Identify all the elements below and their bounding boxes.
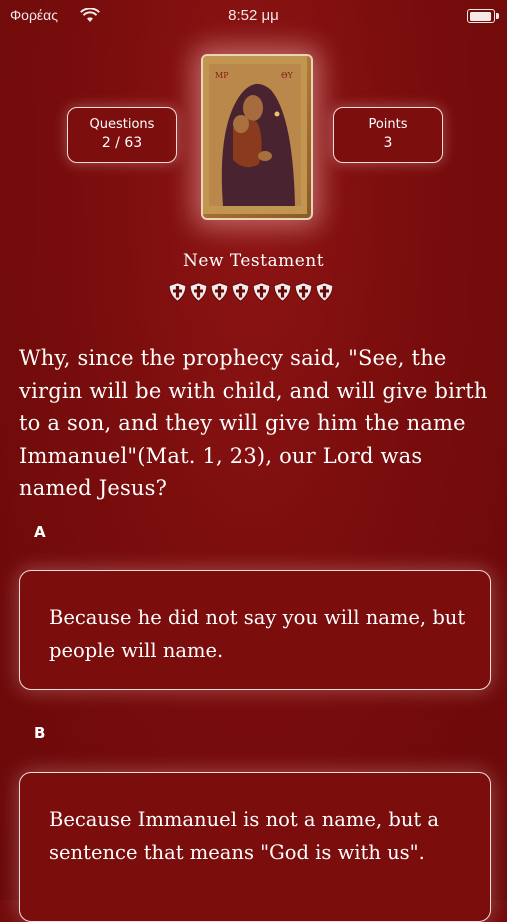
svg-text:ΘΥ: ΘΥ: [281, 71, 294, 80]
progress-shields: [168, 282, 334, 302]
shield-cross-icon: [189, 282, 208, 302]
shield-cross-icon: [168, 282, 187, 302]
answer-a-button[interactable]: Because he did not say you will name, bu…: [19, 570, 491, 690]
category-title: New Testament: [182, 251, 325, 271]
shield-cross-icon: [231, 282, 250, 302]
battery-icon: [467, 9, 499, 23]
shield-cross-icon: [294, 282, 313, 302]
svg-text:ΜΡ: ΜΡ: [215, 71, 229, 80]
icon-image: ΜΡ ΘΥ: [201, 54, 313, 220]
points-counter: Points 3: [333, 107, 443, 163]
clock: 8:52 μμ: [228, 7, 279, 24]
shield-cross-icon: [273, 282, 292, 302]
questions-counter: Questions 2 / 63: [67, 107, 177, 163]
questions-label: Questions: [89, 117, 155, 132]
question-text: Why, since the prophecy said, "See, the …: [19, 346, 488, 500]
shield-cross-icon: [252, 282, 271, 302]
shield-cross-icon: [210, 282, 229, 302]
shield-cross-icon: [315, 282, 334, 302]
points-label: Points: [368, 117, 408, 132]
questions-value: 2 / 63: [101, 135, 143, 151]
answer-b-text: Because Immanuel is not a name, but a se…: [49, 808, 440, 864]
option-a-letter: A: [34, 523, 46, 541]
answer-a-text: Because he did not say you will name, bu…: [49, 606, 466, 662]
option-b-letter: B: [34, 724, 46, 742]
status-bar: Φορέας 8:52 μμ: [0, 0, 507, 34]
points-value: 3: [383, 135, 393, 151]
